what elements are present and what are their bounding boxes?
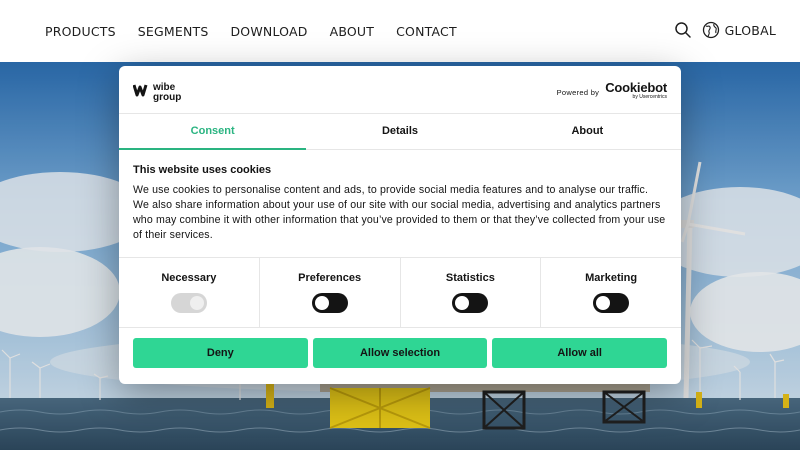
nav-about[interactable]: ABOUT: [330, 24, 375, 39]
powered-by-cookiebot[interactable]: Powered by Cookiebot by Usercentrics: [556, 81, 668, 100]
toggle-label-preferences: Preferences: [298, 272, 362, 284]
consent-body: This website uses cookies We use cookies…: [119, 150, 681, 258]
switch-knob: [314, 296, 329, 310]
statistics-switch[interactable]: [452, 293, 489, 313]
cookiebot-logo: Cookiebot by Usercentrics: [605, 81, 667, 100]
cookie-category-toggles: Necessary Preferences Statistics Marketi…: [119, 258, 681, 328]
toggle-marketing: Marketing: [541, 258, 681, 327]
cookiebot-sub: by Usercentrics: [632, 94, 667, 100]
toggle-label-necessary: Necessary: [161, 272, 217, 284]
allow-all-button[interactable]: Allow all: [492, 338, 668, 368]
nav-segments[interactable]: SEGMENTS: [138, 24, 209, 39]
switch-knob: [189, 296, 204, 310]
toggle-label-marketing: Marketing: [585, 272, 638, 284]
toggle-preferences: Preferences: [260, 258, 401, 327]
powered-by-label: Powered by: [556, 88, 600, 97]
tab-consent[interactable]: Consent: [119, 114, 307, 150]
tab-details[interactable]: Details: [306, 114, 493, 149]
necessary-switch: [170, 293, 207, 313]
dialog-tabs: Consent Details About: [119, 114, 681, 150]
header-actions: GLOBAL: [674, 21, 776, 39]
deny-button[interactable]: Deny: [133, 338, 308, 368]
tab-about[interactable]: About: [494, 114, 681, 149]
consent-description: We use cookies to personalise content an…: [133, 184, 666, 241]
dialog-header: wibe group Powered by Cookiebot by Userc…: [119, 66, 681, 114]
cookiebot-name: Cookiebot: [605, 80, 667, 95]
consent-buttons: Deny Allow selection Allow all: [119, 328, 681, 368]
preferences-switch[interactable]: [311, 293, 348, 313]
globe-icon[interactable]: [702, 21, 720, 39]
site-header: PRODUCTS SEGMENTS DOWNLOAD ABOUT CONTACT…: [0, 0, 800, 62]
main-nav: PRODUCTS SEGMENTS DOWNLOAD ABOUT CONTACT: [45, 24, 479, 39]
allow-selection-button[interactable]: Allow selection: [312, 338, 488, 368]
brand-logo: wibe group: [133, 82, 181, 102]
region-selector[interactable]: GLOBAL: [725, 23, 776, 38]
nav-download[interactable]: DOWNLOAD: [230, 24, 307, 39]
svg-text:group: group: [153, 92, 181, 102]
search-icon[interactable]: [674, 21, 692, 39]
nav-products[interactable]: PRODUCTS: [45, 24, 116, 39]
toggle-label-statistics: Statistics: [445, 272, 495, 284]
consent-title: This website uses cookies: [133, 164, 272, 176]
switch-knob: [455, 296, 470, 310]
toggle-statistics: Statistics: [401, 258, 542, 327]
nav-contact[interactable]: CONTACT: [396, 24, 457, 39]
cookie-consent-dialog: wibe group Powered by Cookiebot by Userc…: [119, 66, 681, 384]
switch-knob: [596, 296, 611, 310]
toggle-necessary: Necessary: [119, 258, 260, 327]
marketing-switch[interactable]: [593, 293, 630, 313]
